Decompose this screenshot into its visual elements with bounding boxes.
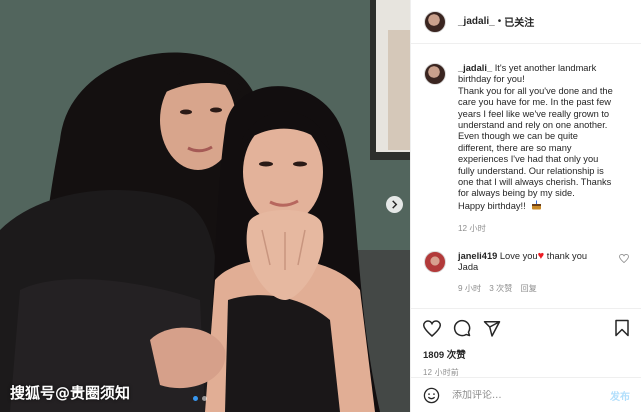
- comments-list[interactable]: _jadali_ It's yet another landmark birth…: [411, 44, 641, 308]
- bookmark-icon[interactable]: [614, 319, 630, 337]
- next-slide-button[interactable]: [386, 196, 403, 213]
- caption-comment: _jadali_ It's yet another landmark birth…: [424, 63, 629, 235]
- reply-username[interactable]: janeli419: [458, 251, 497, 261]
- post-actions: 1809 次赞 12 小时前: [411, 308, 641, 377]
- reply-button[interactable]: 回复: [520, 283, 536, 294]
- caption-text-line: years I feel like we've really grown to: [458, 108, 610, 119]
- caption-text-line: Thank you for all you've done and the: [458, 85, 613, 96]
- caption-text-line: experiences I've had that only you: [458, 154, 599, 165]
- caption-text-line: one that I will always cherish. Thanks: [458, 177, 612, 188]
- caption-text-line: care you have for me. In the past few: [458, 97, 611, 108]
- caption-text-line: It's yet another landmark: [494, 63, 597, 73]
- photo-illustration: [0, 0, 410, 412]
- caption-text-line: different, there are so many: [458, 142, 572, 153]
- like-comment-heart-icon[interactable]: [619, 253, 629, 263]
- post-header: _jadali_ • 已关注: [411, 0, 641, 44]
- likes-count[interactable]: 1809 次赞: [423, 347, 630, 361]
- author-username[interactable]: _jadali_: [458, 16, 495, 27]
- reply-body: janeli419 Love you♥ thank you Jada 9 小时 …: [458, 249, 618, 294]
- caption-text-line: understand and rely on one another.: [458, 120, 608, 131]
- reply-likes[interactable]: 3 次赞: [489, 283, 512, 294]
- slide-dot-active: [193, 396, 198, 401]
- cake-emoji-icon: [532, 200, 542, 210]
- action-icons: [423, 318, 630, 338]
- reply-meta: 9 小时 3 次赞 回复: [458, 283, 618, 294]
- slide-dot: [202, 396, 207, 401]
- reply-avatar[interactable]: [424, 250, 446, 273]
- comment-icon[interactable]: [453, 319, 471, 337]
- chevron-right-icon: [392, 200, 398, 209]
- post-photo[interactable]: 搜狐号@贵圈须知: [0, 0, 410, 412]
- reply-comment: janeli419 Love you♥ thank you Jada 9 小时 …: [424, 249, 629, 294]
- header-separator: •: [497, 16, 502, 27]
- caption-body: _jadali_ It's yet another landmark birth…: [458, 63, 629, 235]
- red-heart-emoji-icon: ♥: [537, 249, 545, 262]
- slide-indicator: [193, 396, 207, 401]
- add-comment-bar: 发布: [411, 377, 641, 412]
- reply-time: 9 小时: [458, 283, 482, 293]
- share-icon[interactable]: [483, 320, 501, 337]
- caption-text-line: fully understand. Our relationship is: [458, 165, 604, 176]
- following-button[interactable]: 已关注: [504, 14, 534, 29]
- post-side-panel: _jadali_ • 已关注 _jadali_ It's yet another…: [410, 0, 641, 412]
- post-comment-button[interactable]: 发布: [610, 388, 630, 403]
- author-avatar[interactable]: [424, 10, 446, 33]
- emoji-icon[interactable]: [423, 387, 440, 404]
- caption-time: 12 小时: [458, 224, 486, 234]
- caption-text-line: for always being by my side.: [458, 188, 575, 199]
- reply-text-after: thank you: [546, 250, 588, 261]
- caption-text-line: Happy birthday!!: [458, 200, 526, 211]
- comment-input[interactable]: [452, 389, 592, 401]
- caption-text-line: birthday for you!: [458, 74, 525, 85]
- caption-username[interactable]: _jadali_: [458, 63, 492, 73]
- caption-avatar[interactable]: [424, 63, 446, 85]
- watermark-text: 搜狐号@贵圈须知: [10, 384, 131, 402]
- reply-text-line2: Jada: [458, 262, 479, 273]
- heart-icon[interactable]: [423, 319, 441, 337]
- reply-text-before: Love you: [499, 250, 538, 261]
- caption-text-line: Even though we can be quite: [458, 131, 578, 142]
